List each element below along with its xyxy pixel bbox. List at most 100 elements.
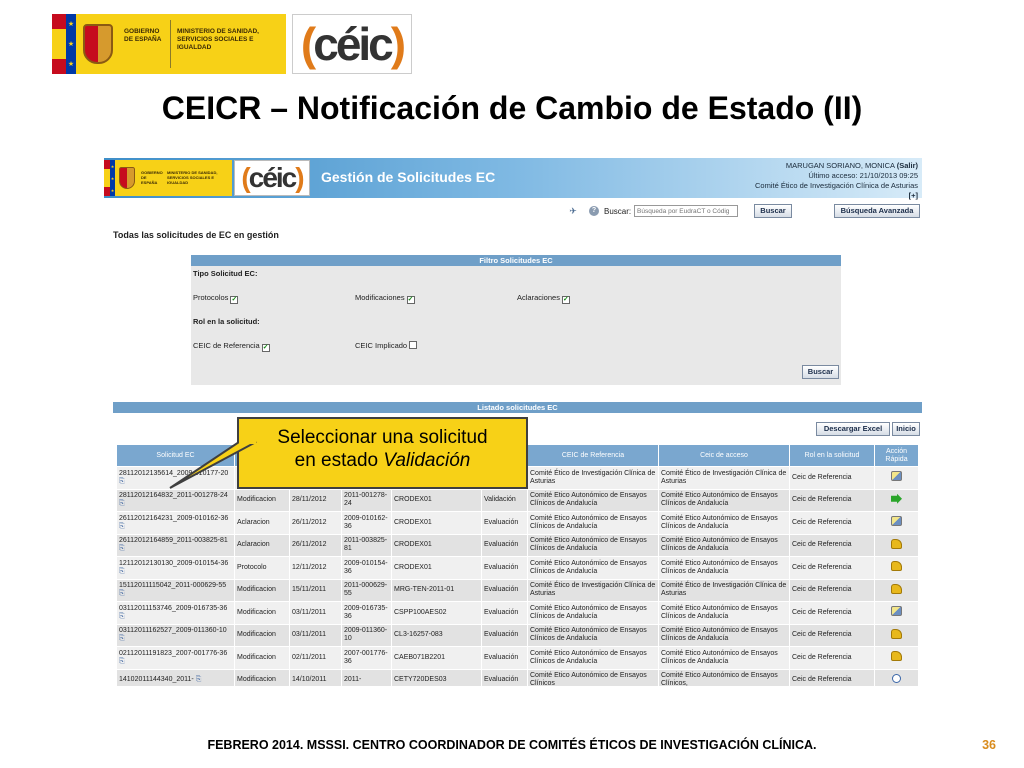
cell-ref-text: Comité Ético de Investigación Clínica de… xyxy=(530,469,656,485)
approve-icon[interactable] xyxy=(891,628,902,639)
cell-ref: Comité Etico Autonómico de Ensayos Clíni… xyxy=(527,668,659,686)
attachment-icon[interactable]: ⎘ xyxy=(119,568,125,575)
cell-sol[interactable]: 26112012164231_2009-010162-36 ⎘ xyxy=(116,511,235,535)
attachment-icon[interactable]: ⎘ xyxy=(119,523,125,530)
ceic-referencia-checkbox[interactable]: ✓ xyxy=(261,344,270,352)
cell-ref-text: Comité Etico Autonómico de Ensayos Clíni… xyxy=(530,559,647,575)
cell-sol-text: 28112012164832_2011-001278-24 xyxy=(119,492,228,500)
cell-estado: Evaluación xyxy=(481,646,528,670)
cell-acceso-text: Comité Etico Autonómico de Ensayos Clíni… xyxy=(661,672,778,686)
table-row[interactable]: 03112011153746_2009-016735-36 ⎘ Modificac… xyxy=(116,601,919,625)
filter-protocolos[interactable]: Protocolos ✓ xyxy=(193,293,239,304)
table-row[interactable]: 02112011191823_2007-001776-36 ⎘ Modificac… xyxy=(116,646,919,670)
approve-icon[interactable] xyxy=(891,561,902,572)
cell-rol-text: Ceic de Referencia xyxy=(792,496,852,504)
protocolos-checkbox[interactable]: ✓ xyxy=(230,296,239,304)
approve-icon[interactable] xyxy=(891,651,902,662)
cell-sol[interactable]: 03112011162527_2009-011360-10 ⎘ xyxy=(116,623,235,647)
cell-eudract: 2009-011360-10 xyxy=(341,623,392,647)
advanced-search-button[interactable]: Búsqueda Avanzada xyxy=(834,204,920,218)
column-header[interactable]: Ceic de acceso xyxy=(658,444,790,467)
cell-rol-text: Ceic de Referencia xyxy=(792,631,852,639)
cell-accion xyxy=(874,623,919,647)
search-button[interactable]: Buscar xyxy=(754,204,792,218)
filter-modificaciones[interactable]: Modificaciones ✓ xyxy=(355,293,415,304)
attachment-icon[interactable]: ⎘ xyxy=(194,676,202,683)
filter-ceic-referencia[interactable]: CEIC de Referencia ✓ xyxy=(193,341,270,352)
cell-acceso-text: Comité Etico Autonómico de Ensayos Clíni… xyxy=(661,627,778,643)
cell-protocolo: CRODEX01 xyxy=(391,488,482,512)
cell-fecha-text: 03/11/2011 xyxy=(292,631,326,639)
help-icon[interactable]: ? xyxy=(589,206,599,216)
cell-ref: Comité Etico Autonómico de Ensayos Clíni… xyxy=(527,556,659,580)
approve-icon[interactable] xyxy=(891,538,902,549)
modificaciones-checkbox[interactable]: ✓ xyxy=(406,296,415,304)
cell-rol: Ceic de Referencia xyxy=(789,466,875,490)
callout-pointer xyxy=(169,440,257,489)
cell-tipo: Aclaracion xyxy=(234,533,290,557)
table-row[interactable]: 14102011144340_2011- ⎘ Modificacion 14/10/… xyxy=(116,668,919,686)
table-row[interactable]: 26112012164231_2009-010162-36 ⎘ Aclaracio… xyxy=(116,511,919,535)
attachment-icon[interactable]: ⎘ xyxy=(119,500,125,507)
cell-sol[interactable]: 15112011115042_2011-000629-55 ⎘ xyxy=(116,578,235,602)
filter-aclaraciones[interactable]: Aclaraciones ✓ xyxy=(517,293,570,304)
table-row[interactable]: 28112012164832_2011-001278-24 ⎘ Modificac… xyxy=(116,488,919,512)
cell-rol-text: Ceic de Referencia xyxy=(792,586,852,594)
cell-ref-text: Comité Etico Autonómico de Ensayos Clíni… xyxy=(530,537,647,553)
attachment-icon[interactable]: ⎘ xyxy=(119,658,125,665)
cell-protocolo-text: CL3-16257-083 xyxy=(394,631,443,639)
edit-icon[interactable] xyxy=(891,516,902,527)
attachment-icon[interactable]: ⎘ xyxy=(119,635,125,642)
ceic-implicado-checkbox[interactable] xyxy=(409,341,418,349)
coat-of-arms-icon xyxy=(76,14,120,74)
cell-fecha-text: 14/10/2011 xyxy=(292,676,327,684)
cell-accion xyxy=(874,556,919,580)
cell-eudract-text: 2011- xyxy=(344,676,362,684)
cell-sol[interactable]: 28112012164832_2011-001278-24 ⎘ xyxy=(116,488,235,512)
cell-eudract-text: 2009-016735-36 xyxy=(344,604,388,620)
column-header[interactable]: Rol en la solicitud xyxy=(789,444,875,467)
cell-fecha-text: 03/11/2011 xyxy=(292,608,326,616)
edit-icon[interactable] xyxy=(891,471,902,482)
filter-buscar-button[interactable]: Buscar xyxy=(802,365,839,379)
home-button[interactable]: Inicio xyxy=(892,422,920,436)
table-row[interactable]: 15112011115042_2011-000629-55 ⎘ Modificac… xyxy=(116,578,919,602)
cell-acceso: Comité Etico Autonómico de Ensayos Clíni… xyxy=(658,556,790,580)
cell-acceso: Comité Ético de Investigación Clínica de… xyxy=(658,578,790,602)
go-arrow-icon[interactable] xyxy=(891,493,902,504)
cell-protocolo: CRODEX01 xyxy=(391,511,482,535)
help-icon[interactable] xyxy=(892,674,901,684)
download-excel-button[interactable]: Descargar Excel xyxy=(816,422,890,436)
cell-sol[interactable]: 26112012164859_2011-003825-81 ⎘ xyxy=(116,533,235,557)
cell-fecha-text: 15/11/2011 xyxy=(292,586,326,594)
table-row[interactable]: 12112012130130_2009-010154-36 ⎘ Protocolo… xyxy=(116,556,919,580)
cell-sol[interactable]: 12112012130130_2009-010154-36 ⎘ xyxy=(116,556,235,580)
expand-link[interactable]: [+] xyxy=(909,191,918,200)
cell-eudract: 2009-016735-36 xyxy=(341,601,392,625)
slide-footer: FEBRERO 2014. MSSSI. CENTRO COORDINADOR … xyxy=(207,738,817,752)
attachment-icon[interactable]: ⎘ xyxy=(119,613,125,620)
cell-fecha: 03/11/2011 xyxy=(289,623,342,647)
listado-header: Listado solicitudes EC xyxy=(113,402,922,413)
send-icon[interactable]: ✈ xyxy=(566,206,580,216)
logout-link[interactable]: (Salir) xyxy=(897,161,918,170)
cell-sol[interactable]: 02112011191823_2007-001776-36 ⎘ xyxy=(116,646,235,670)
filter-ceic-implicado[interactable]: CEIC Implicado xyxy=(355,341,418,350)
attachment-icon[interactable]: ⎘ xyxy=(119,590,125,597)
edit-icon[interactable] xyxy=(891,606,902,617)
attachment-icon[interactable]: ⎘ xyxy=(119,545,125,552)
filter-ceic-implicado-label: CEIC Implicado xyxy=(355,341,408,350)
cell-ref: Comité Etico Autonómico de Ensayos Clíni… xyxy=(527,646,659,670)
approve-icon[interactable] xyxy=(891,583,902,594)
cell-sol[interactable]: 14102011144340_2011- ⎘ xyxy=(116,668,235,686)
table-row[interactable]: 26112012164859_2011-003825-81 ⎘ Aclaracio… xyxy=(116,533,919,557)
attachment-icon[interactable]: ⎘ xyxy=(119,478,125,485)
cell-acceso-text: Comité Etico Autonómico de Ensayos Clíni… xyxy=(661,514,778,530)
column-header[interactable]: CEIC de Referencia xyxy=(527,444,659,467)
cell-estado: Evaluación xyxy=(481,601,528,625)
column-header[interactable]: Acción Rápida xyxy=(874,444,919,467)
aclaraciones-checkbox[interactable]: ✓ xyxy=(561,296,570,304)
cell-sol[interactable]: 03112011153746_2009-016735-36 ⎘ xyxy=(116,601,235,625)
search-input[interactable] xyxy=(634,205,738,217)
table-row[interactable]: 03112011162527_2009-011360-10 ⎘ Modificac… xyxy=(116,623,919,647)
